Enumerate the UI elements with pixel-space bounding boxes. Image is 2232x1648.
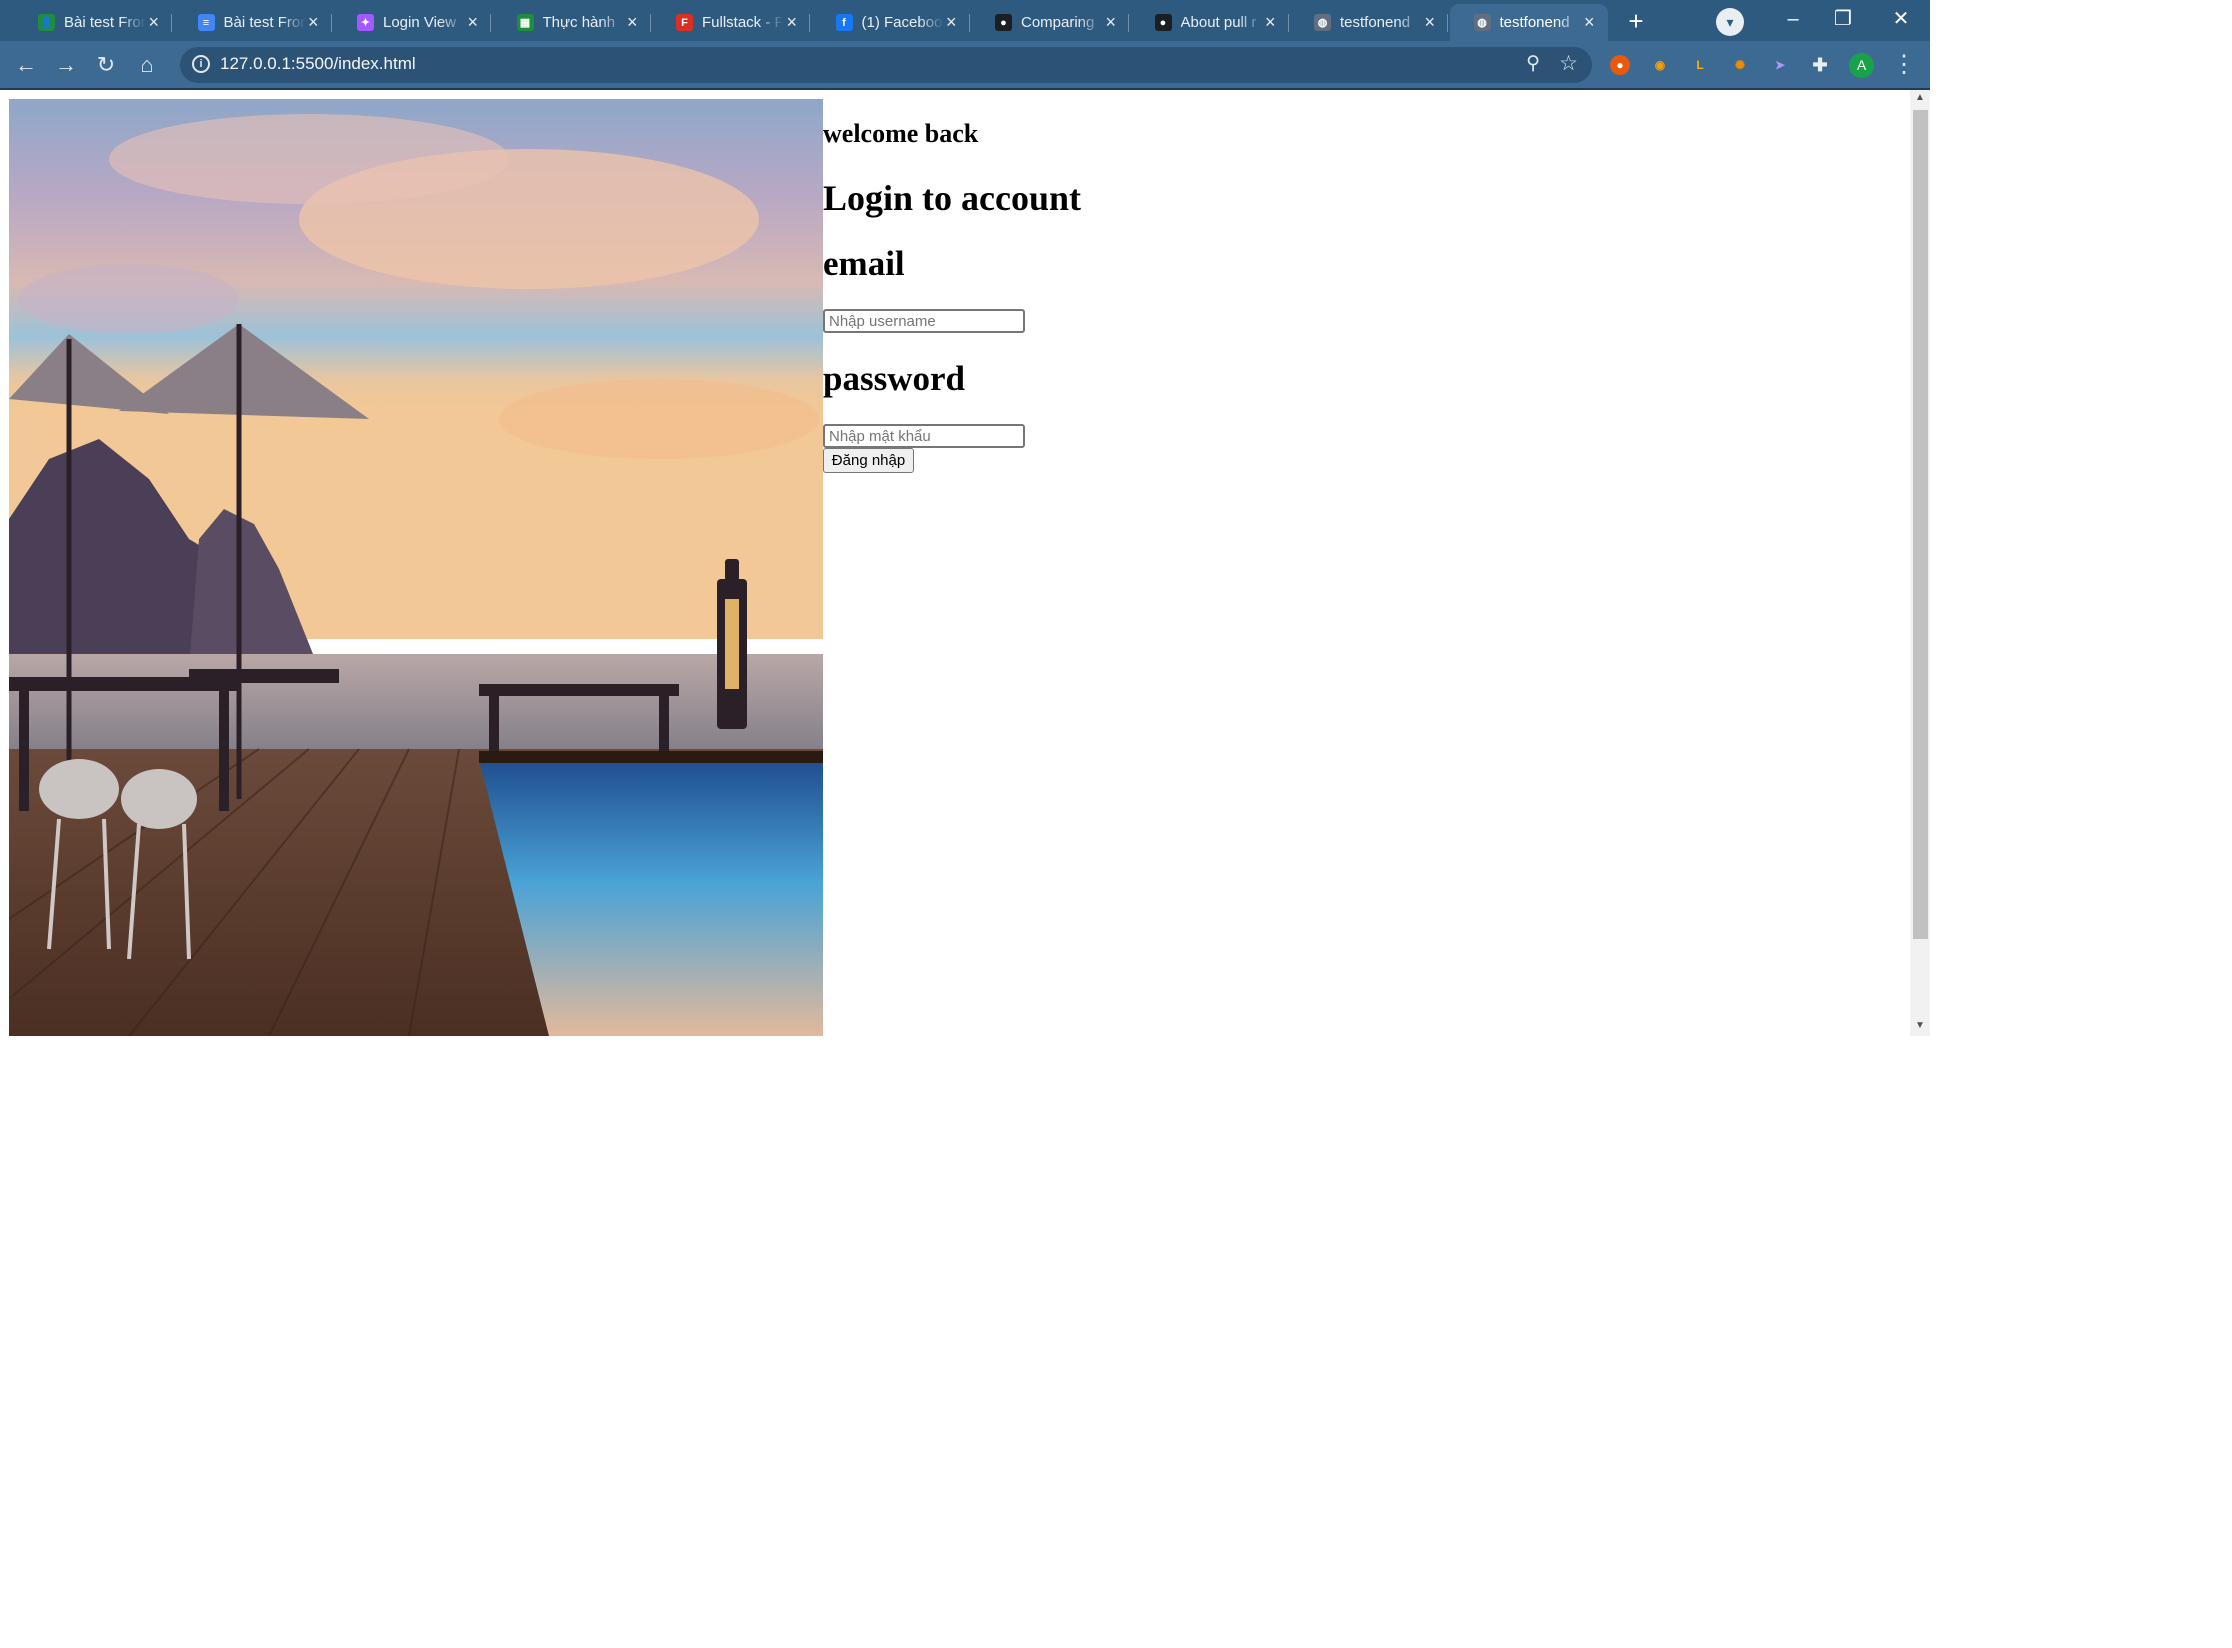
tab-separator [968, 14, 970, 32]
tab-separator [171, 14, 172, 32]
tab-separator [809, 14, 810, 32]
tab-strip: 👤 Bài test Front × ≡ Bài test Front × ✦ Login V… [0, 0, 1930, 41]
page-viewport: welcome back Login to account email pass… [0, 90, 1930, 1036]
tab-search-button[interactable]: ▾ [1716, 8, 1744, 36]
spreadsheet-icon: ▦ [516, 14, 534, 31]
login-button[interactable]: Đăng nhập [823, 448, 914, 473]
profile-avatar[interactable]: A [1849, 53, 1874, 78]
tab-separator [1128, 14, 1129, 32]
reload-icon: ↻ [96, 52, 116, 77]
fullstack-icon: F [676, 14, 693, 31]
tab-title: Comparing [1021, 14, 1095, 31]
address-url[interactable]: 127.0.0.1:5500/index.html [220, 54, 416, 74]
tab-title: Thực hành [542, 14, 616, 31]
extension-cursor-icon[interactable]: ➤ [1770, 55, 1790, 75]
tab-close-icon[interactable]: × [467, 12, 478, 32]
tab-close-icon[interactable]: × [1424, 12, 1435, 32]
tab-title: Bài test Front [64, 14, 146, 31]
tab-close-icon[interactable]: × [946, 12, 957, 32]
tab-close-icon[interactable]: × [627, 12, 638, 32]
tab-7[interactable]: ● Comparing × [971, 4, 1129, 41]
scroll-down-arrow-icon[interactable]: ▼ [1915, 1020, 1925, 1032]
browser-menu-icon[interactable]: ⋮ [1892, 50, 1916, 80]
arrow-left-icon: ← [15, 52, 37, 77]
tab-close-icon[interactable]: × [786, 12, 797, 32]
facebook-icon: f [835, 14, 853, 31]
site-info-icon[interactable]: i [192, 55, 210, 73]
figma-icon: ✦ [357, 14, 374, 31]
welcome-heading: welcome back [823, 119, 979, 148]
tab-title: testfonend [1340, 14, 1411, 31]
bookmark-star-icon[interactable]: ☆ [1559, 51, 1578, 76]
password-label: password [823, 359, 965, 398]
arrow-right-icon: → [55, 52, 77, 77]
home-icon: ⌂ [140, 52, 154, 77]
github-icon: ● [1154, 14, 1172, 31]
password-input[interactable] [823, 424, 1025, 448]
globe-icon: ◍ [1314, 14, 1331, 31]
scroll-up-arrow-icon[interactable]: ▲ [1915, 92, 1925, 104]
tab-separator [649, 14, 651, 32]
tab-9[interactable]: ◍ testfonend × [1290, 4, 1448, 41]
reload-button[interactable]: ↻ [90, 49, 122, 81]
page-scrollbar[interactable]: ▲ ▼ [1910, 90, 1930, 1036]
tab-title: (1) Facebook [861, 14, 944, 31]
tab-5[interactable]: F Fullstack - F × [652, 4, 810, 41]
scroll-thumb[interactable] [1913, 110, 1928, 939]
extension-cookie-icon[interactable]: ◉ [1650, 55, 1670, 75]
hero-image [9, 99, 823, 1036]
tab-separator [330, 14, 332, 32]
tab-close-icon[interactable]: × [148, 12, 159, 32]
tab-close-icon[interactable]: × [1584, 12, 1595, 32]
extensions-puzzle-icon[interactable]: ✚ [1810, 55, 1830, 75]
tab-2[interactable]: ≡ Bài test Front × [174, 4, 332, 41]
extension-fox-icon[interactable]: ● [1610, 55, 1630, 75]
tab-6[interactable]: f (1) Facebook × [812, 4, 970, 41]
browser-toolbar: ← → ↻ ⌂ i 127.0.0.1:5500/index.html ⚲ ☆ … [0, 41, 1930, 88]
extension-cookie2-icon[interactable]: ✺ [1730, 55, 1750, 75]
address-bar[interactable]: i 127.0.0.1:5500/index.html ⚲ ☆ [180, 47, 1592, 83]
login-title: Login to account [823, 178, 1082, 218]
extension-l-icon[interactable]: L [1690, 55, 1710, 75]
browser-window: 👤 Bài test Front × ≡ Bài test Front × ✦ Login V… [0, 0, 1930, 1036]
new-tab-button[interactable]: + [1620, 6, 1652, 36]
tab-4[interactable]: ▦ Thực hành × [493, 4, 651, 41]
restore-button[interactable]: ❐ [1818, 4, 1868, 34]
tab-separator [1287, 14, 1289, 32]
tab-separator [490, 14, 491, 32]
tab-title: testfonend [1499, 14, 1570, 31]
close-window-button[interactable]: ✕ [1876, 4, 1926, 34]
seaside-deck-illustration [9, 99, 823, 1036]
tab-title: Fullstack - F [702, 14, 784, 31]
google-classroom-icon: 👤 [38, 14, 55, 31]
email-label: email [823, 244, 905, 283]
google-docs-icon: ≡ [197, 14, 215, 31]
home-button[interactable]: ⌂ [131, 49, 163, 81]
tab-close-icon[interactable]: × [1105, 12, 1116, 32]
tab-3[interactable]: ✦ Login View × [333, 4, 491, 41]
tab-8[interactable]: ● About pull r × [1131, 4, 1289, 41]
tab-title: Login View [383, 14, 457, 31]
email-input[interactable] [823, 309, 1025, 333]
forward-button[interactable]: → [50, 49, 82, 81]
tab-10[interactable]: ◍ testfonend × [1449, 4, 1608, 41]
tab-title: Bài test Front [223, 14, 306, 31]
tab-close-icon[interactable]: × [1265, 12, 1276, 32]
github-icon: ● [995, 14, 1012, 31]
minimize-button[interactable]: – [1768, 4, 1818, 34]
zoom-icon[interactable]: ⚲ [1526, 52, 1540, 75]
tab-separator [1447, 14, 1448, 32]
back-button[interactable]: ← [10, 49, 42, 81]
tab-close-icon[interactable]: × [308, 12, 319, 32]
tab-1[interactable]: 👤 Bài test Front × [14, 4, 172, 41]
globe-icon: ◍ [1473, 14, 1491, 31]
tab-title: About pull r [1180, 14, 1257, 31]
